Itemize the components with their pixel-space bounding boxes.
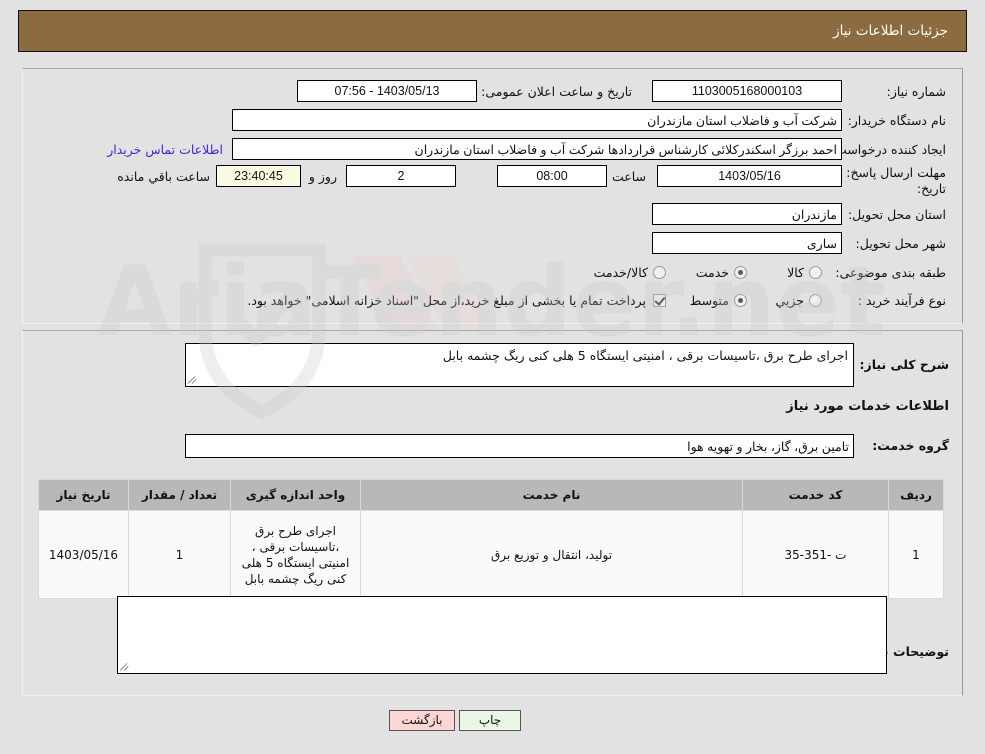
delivery-province-label: استان محل تحویل: bbox=[847, 207, 946, 222]
deadline-date-field[interactable] bbox=[657, 165, 842, 187]
radio-process-minor-label: جزیي bbox=[775, 293, 804, 308]
service-group-label: گروه خدمت: bbox=[872, 438, 949, 453]
buyer-org-label: نام دستگاه خریدار: bbox=[847, 113, 946, 128]
public-announce-field[interactable] bbox=[297, 80, 477, 102]
service-group-field[interactable] bbox=[185, 434, 854, 458]
need-number-field[interactable] bbox=[652, 80, 842, 102]
services-info-heading: اطلاعات خدمات مورد نیاز bbox=[786, 399, 949, 414]
services-table: ردیف کد خدمت نام خدمت واحد اندازه گیری ت… bbox=[38, 479, 944, 599]
cell-row-no: 1 bbox=[888, 510, 944, 599]
deadline-label-line1: مهلت ارسال پاسخ: تا bbox=[835, 165, 946, 180]
checkbox-islamic-treasury[interactable] bbox=[653, 294, 666, 307]
need-summary-panel: شماره نیاز: تاریخ و ساعت اعلان عمومی: نا… bbox=[22, 68, 963, 324]
deadline-label-line2: تاریخ: bbox=[916, 181, 946, 196]
radio-category-service-label: خدمت bbox=[695, 265, 729, 280]
deadline-time-field[interactable] bbox=[497, 165, 607, 187]
buyer-org-field[interactable] bbox=[232, 109, 842, 131]
requester-field[interactable] bbox=[232, 138, 842, 160]
general-desc-textarea[interactable]: اجرای طرح برق ،تاسیسات برقی ، امنیتی ایس… bbox=[185, 343, 854, 387]
resize-grip-icon bbox=[187, 375, 198, 385]
col-header-need-date[interactable]: تاریخ نیاز bbox=[38, 479, 129, 511]
deadline-label: مهلت ارسال پاسخ: تا تاریخ: bbox=[835, 165, 946, 197]
delivery-province-field[interactable] bbox=[652, 203, 842, 225]
delivery-city-field[interactable] bbox=[652, 232, 842, 254]
hour-label: ساعت bbox=[611, 169, 646, 184]
cell-service-code: ت -351-35 bbox=[742, 510, 889, 599]
radio-process-minor[interactable] bbox=[809, 294, 822, 307]
need-details-panel: شرح کلی نیاز: اجرای طرح برق ،تاسیسات برق… bbox=[22, 330, 963, 696]
radio-category-goods-label: کالا bbox=[787, 265, 804, 280]
days-label: روز و bbox=[308, 169, 337, 184]
category-label: طبقه بندی موضوعی: bbox=[835, 265, 946, 280]
delivery-city-label: شهر محل تحویل: bbox=[855, 236, 946, 251]
public-announce-label: تاریخ و ساعت اعلان عمومی: bbox=[481, 84, 632, 99]
general-desc-label: شرح کلی نیاز: bbox=[859, 357, 949, 372]
col-header-row-no[interactable]: ردیف bbox=[888, 479, 944, 511]
resize-grip-icon bbox=[119, 662, 130, 672]
cell-quantity: 1 bbox=[128, 510, 231, 599]
countdown-field[interactable] bbox=[216, 165, 301, 187]
table-row[interactable]: 1 ت -351-35 تولید، انتقال و توزیع برق اج… bbox=[38, 510, 944, 599]
cell-unit: اجرای طرح برق ،تاسیسات برقی ، امنیتی ایس… bbox=[230, 510, 361, 599]
back-button[interactable]: بازگشت bbox=[389, 710, 455, 731]
col-header-unit[interactable]: واحد اندازه گیری bbox=[230, 479, 361, 511]
table-header-row: ردیف کد خدمت نام خدمت واحد اندازه گیری ت… bbox=[38, 479, 944, 511]
islamic-treasury-note: پرداخت تمام یا بخشی از مبلغ خرید،از محل … bbox=[247, 293, 646, 308]
process-label: نوع فرآیند خرید : bbox=[857, 293, 946, 308]
remaining-days-field[interactable] bbox=[346, 165, 456, 187]
page-title: جزئیات اطلاعات نیاز bbox=[833, 23, 948, 39]
col-header-quantity[interactable]: تعداد / مقدار bbox=[128, 479, 231, 511]
general-desc-value: اجرای طرح برق ،تاسیسات برقی ، امنیتی ایس… bbox=[442, 348, 848, 363]
page-title-bar: جزئیات اطلاعات نیاز bbox=[18, 10, 967, 52]
radio-category-goods[interactable] bbox=[809, 266, 822, 279]
cell-service-name: تولید، انتقال و توزیع برق bbox=[360, 510, 743, 599]
remaining-hours-label: ساعت باقي مانده bbox=[117, 169, 210, 184]
col-header-service-code[interactable]: کد خدمت bbox=[742, 479, 889, 511]
buyer-contact-link[interactable]: اطلاعات تماس خریدار bbox=[107, 142, 223, 157]
radio-category-goods-service[interactable] bbox=[653, 266, 666, 279]
col-header-service-name[interactable]: نام خدمت bbox=[360, 479, 743, 511]
buyer-notes-textarea[interactable] bbox=[117, 596, 887, 674]
radio-process-medium-label: متوسط bbox=[689, 293, 729, 308]
radio-category-goods-service-label: کالا/خدمت bbox=[593, 265, 648, 280]
requester-label: ایجاد کننده درخواست: bbox=[830, 142, 946, 157]
radio-category-service[interactable] bbox=[734, 266, 747, 279]
cell-need-date: 1403/05/16 bbox=[38, 510, 129, 599]
print-button[interactable]: چاپ bbox=[459, 710, 521, 731]
page-root: جزئیات اطلاعات نیاز شماره نیاز: تاریخ و … bbox=[0, 0, 985, 754]
need-number-label: شماره نیاز: bbox=[886, 84, 946, 99]
radio-process-medium[interactable] bbox=[734, 294, 747, 307]
